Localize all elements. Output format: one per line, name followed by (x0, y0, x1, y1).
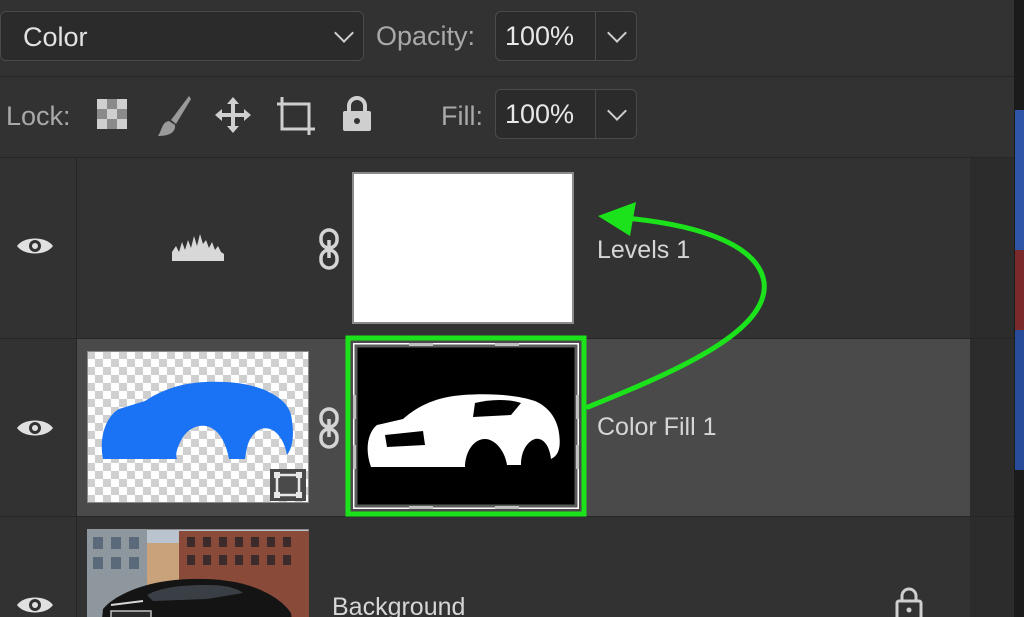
eye-visibility-icon[interactable] (16, 416, 54, 440)
fill-dropdown-button[interactable] (596, 90, 636, 138)
layer-body: Background (77, 517, 970, 617)
eye-visibility-icon[interactable] (16, 593, 54, 617)
layer-mask-thumbnail[interactable] (352, 172, 574, 324)
lock-artboard-icon[interactable] (276, 96, 316, 136)
link-chain-icon[interactable] (317, 228, 341, 270)
blend-mode-dropdown[interactable]: Color (0, 11, 364, 61)
layers-list: Levels 1 Color Fill 1 Background (0, 158, 1014, 617)
chevron-down-icon (607, 23, 627, 43)
canvas-edge (1014, 0, 1024, 617)
blend-opacity-bar: Color Opacity: 100% (0, 0, 1014, 77)
opacity-field[interactable]: 100% (495, 11, 637, 61)
visibility-column (0, 339, 77, 516)
layer-row-color-fill-1[interactable]: Color Fill 1 (0, 335, 1014, 517)
opacity-label: Opacity: (376, 21, 476, 51)
lock-image-pixels-icon[interactable] (156, 94, 192, 138)
background-image-thumbnail[interactable] (87, 529, 309, 617)
visibility-column (0, 517, 77, 617)
layer-row-levels-1[interactable]: Levels 1 (0, 158, 1014, 339)
lock-fill-bar: Lock: Fill: 100% (0, 77, 1014, 158)
layer-row-background[interactable]: Background (0, 517, 1014, 617)
panel-gutter (970, 339, 1014, 516)
panel-gutter (970, 158, 1014, 338)
layer-mask-thumbnail-highlighted[interactable] (345, 335, 589, 521)
blend-mode-value: Color (23, 22, 88, 52)
layer-body-selected: Color Fill 1 (77, 335, 970, 517)
eye-visibility-icon[interactable] (16, 234, 54, 258)
fill-label: Fill: (441, 101, 483, 131)
layer-name[interactable]: Levels 1 (597, 236, 690, 265)
panel-gutter (970, 517, 1014, 617)
canvas-edge-blue-lower (1015, 330, 1024, 470)
layer-body: Levels 1 (77, 158, 970, 338)
visibility-column (0, 158, 77, 338)
fill-field[interactable]: 100% (495, 89, 637, 139)
canvas-edge-red (1015, 250, 1024, 330)
lock-position-icon[interactable] (214, 96, 252, 134)
opacity-dropdown-button[interactable] (596, 12, 636, 60)
layer-name[interactable]: Background (332, 593, 465, 617)
layer-name[interactable]: Color Fill 1 (597, 413, 716, 442)
chevron-down-icon (607, 101, 627, 121)
layers-panel: Color Opacity: 100% Lock: Fill: 100% Lev… (0, 0, 1014, 617)
chevron-down-icon (334, 23, 354, 43)
fill-value[interactable]: 100% (496, 90, 596, 138)
canvas-edge-blue (1015, 110, 1024, 250)
lock-icon (895, 587, 923, 617)
link-chain-icon[interactable] (317, 407, 341, 449)
fill-thumbnail[interactable] (87, 351, 309, 503)
lock-all-icon[interactable] (342, 96, 372, 132)
lock-transparent-pixels-icon[interactable] (96, 98, 128, 130)
lock-label: Lock: (6, 101, 71, 131)
levels-histogram-icon (172, 234, 224, 261)
opacity-value[interactable]: 100% (496, 12, 596, 60)
